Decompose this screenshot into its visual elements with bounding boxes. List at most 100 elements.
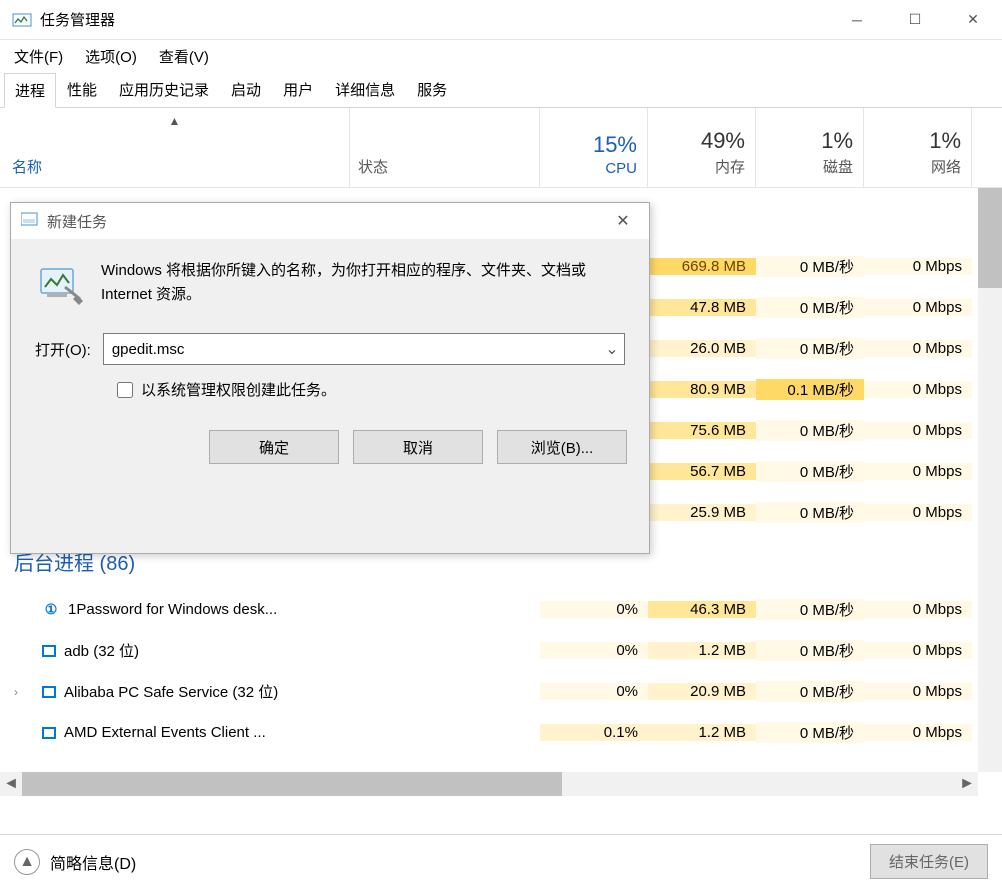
cpu-total-pct: 15% bbox=[593, 132, 637, 158]
dialog-close-button[interactable]: ✕ bbox=[607, 209, 639, 233]
memory-cell: 80.9 MB bbox=[648, 381, 756, 398]
tab-services[interactable]: 服务 bbox=[406, 72, 458, 107]
end-task-button[interactable]: 结束任务(E) bbox=[870, 844, 988, 879]
column-memory-label: 内存 bbox=[715, 156, 745, 177]
column-memory[interactable]: 49% 内存 bbox=[648, 108, 756, 187]
network-cell: 0 Mbps bbox=[864, 642, 972, 659]
tab-details[interactable]: 详细信息 bbox=[324, 72, 406, 107]
network-cell: 0 Mbps bbox=[864, 683, 972, 700]
admin-checkbox-label[interactable]: 以系统管理权限创建此任务。 bbox=[141, 379, 336, 400]
disk-cell: 0 MB/秒 bbox=[756, 461, 864, 482]
memory-cell: 20.9 MB bbox=[648, 683, 756, 700]
column-headers: ▲ 名称 状态 15% CPU 49% 内存 1% 磁盘 1% 网络 bbox=[0, 108, 1002, 188]
table-row[interactable]: adb (32 位)0%1.2 MB0 MB/秒0 Mbps bbox=[0, 630, 978, 671]
disk-cell: 0 MB/秒 bbox=[756, 599, 864, 620]
memory-cell: 1.2 MB bbox=[648, 724, 756, 741]
disk-cell: 0 MB/秒 bbox=[756, 338, 864, 359]
memory-total-pct: 49% bbox=[701, 128, 745, 154]
disk-cell: 0 MB/秒 bbox=[756, 297, 864, 318]
tab-bar: 进程 性能 应用历史记录 启动 用户 详细信息 服务 bbox=[0, 72, 1002, 108]
expand-icon[interactable]: › bbox=[14, 685, 26, 699]
window-title: 任务管理器 bbox=[40, 9, 828, 30]
network-cell: 0 Mbps bbox=[864, 504, 972, 521]
open-combobox[interactable]: ⌄ bbox=[103, 333, 625, 365]
ok-button[interactable]: 确定 bbox=[209, 430, 339, 464]
menu-view[interactable]: 查看(V) bbox=[155, 44, 213, 69]
column-status[interactable]: 状态 bbox=[350, 108, 540, 187]
cpu-cell: 0% bbox=[540, 683, 648, 700]
process-name: ›Alibaba PC Safe Service (32 位) bbox=[0, 681, 350, 702]
open-input[interactable] bbox=[104, 334, 600, 364]
network-cell: 0 Mbps bbox=[864, 724, 972, 741]
menu-options[interactable]: 选项(O) bbox=[81, 44, 141, 69]
scroll-left-arrow[interactable]: ◄ bbox=[0, 772, 22, 796]
horizontal-scrollbar[interactable]: ◄ ► bbox=[0, 772, 978, 796]
open-label: 打开(O): bbox=[35, 339, 91, 360]
network-cell: 0 Mbps bbox=[864, 340, 972, 357]
tab-users[interactable]: 用户 bbox=[272, 72, 324, 107]
admin-checkbox[interactable] bbox=[117, 382, 133, 398]
app-icon: ① bbox=[42, 601, 60, 619]
disk-cell: 0 MB/秒 bbox=[756, 722, 864, 743]
maximize-button[interactable]: ☐ bbox=[886, 0, 944, 39]
browse-button[interactable]: 浏览(B)... bbox=[497, 430, 627, 464]
disk-cell: 0 MB/秒 bbox=[756, 640, 864, 661]
tab-processes[interactable]: 进程 bbox=[4, 73, 56, 108]
table-row[interactable]: ①1Password for Windows desk...0%46.3 MB0… bbox=[0, 589, 978, 630]
disk-cell: 0 MB/秒 bbox=[756, 420, 864, 441]
process-name: ①1Password for Windows desk... bbox=[0, 601, 350, 619]
cancel-button[interactable]: 取消 bbox=[353, 430, 483, 464]
close-button[interactable]: ✕ bbox=[944, 0, 1002, 39]
memory-cell: 1.2 MB bbox=[648, 642, 756, 659]
process-name: adb (32 位) bbox=[0, 640, 350, 661]
horizontal-scroll-thumb[interactable] bbox=[22, 772, 562, 796]
network-total-pct: 1% bbox=[929, 128, 961, 154]
memory-cell: 669.8 MB bbox=[648, 258, 756, 275]
memory-cell: 75.6 MB bbox=[648, 422, 756, 439]
column-disk[interactable]: 1% 磁盘 bbox=[756, 108, 864, 187]
disk-cell: 0 MB/秒 bbox=[756, 502, 864, 523]
dialog-title-bar: 新建任务 ✕ bbox=[11, 203, 649, 239]
dialog-message: Windows 将根据你所键入的名称，为你打开相应的程序、文件夹、文档或 Int… bbox=[101, 259, 625, 307]
vertical-scrollbar[interactable] bbox=[978, 188, 1002, 772]
column-network-label: 网络 bbox=[931, 156, 961, 177]
process-name: AMD External Events Client ... bbox=[0, 724, 350, 741]
menu-bar: 文件(F) 选项(O) 查看(V) bbox=[0, 40, 1002, 72]
memory-cell: 25.9 MB bbox=[648, 504, 756, 521]
disk-cell: 0 MB/秒 bbox=[756, 256, 864, 277]
disk-total-pct: 1% bbox=[821, 128, 853, 154]
fewer-details-label[interactable]: 简略信息(D) bbox=[50, 850, 136, 874]
dialog-title: 新建任务 bbox=[47, 211, 607, 232]
column-name[interactable]: ▲ 名称 bbox=[0, 108, 350, 187]
memory-cell: 46.3 MB bbox=[648, 601, 756, 618]
network-cell: 0 Mbps bbox=[864, 601, 972, 618]
sort-ascending-icon: ▲ bbox=[169, 114, 181, 128]
network-cell: 0 Mbps bbox=[864, 299, 972, 316]
window-controls: ─ ☐ ✕ bbox=[828, 0, 1002, 39]
title-bar: 任务管理器 ─ ☐ ✕ bbox=[0, 0, 1002, 40]
tab-history[interactable]: 应用历史记录 bbox=[108, 72, 220, 107]
column-name-label: 名称 bbox=[12, 156, 42, 177]
network-cell: 0 Mbps bbox=[864, 422, 972, 439]
column-cpu[interactable]: 15% CPU bbox=[540, 108, 648, 187]
menu-file[interactable]: 文件(F) bbox=[10, 44, 67, 69]
tab-performance[interactable]: 性能 bbox=[56, 72, 108, 107]
memory-cell: 26.0 MB bbox=[648, 340, 756, 357]
app-icon bbox=[42, 686, 56, 698]
scroll-right-arrow[interactable]: ► bbox=[956, 772, 978, 796]
vertical-scroll-thumb[interactable] bbox=[978, 188, 1002, 288]
fewer-details-toggle[interactable]: ▲ bbox=[14, 849, 40, 875]
column-disk-label: 磁盘 bbox=[823, 156, 853, 177]
cpu-cell: 0% bbox=[540, 601, 648, 618]
table-row[interactable]: ›Alibaba PC Safe Service (32 位) 0%20.9 MB… bbox=[0, 671, 978, 712]
minimize-button[interactable]: ─ bbox=[828, 0, 886, 39]
disk-cell: 0.1 MB/秒 bbox=[756, 379, 864, 400]
network-cell: 0 Mbps bbox=[864, 463, 972, 480]
app-icon bbox=[42, 727, 56, 739]
table-row[interactable]: AMD External Events Client ... 0.1%1.2 MB… bbox=[0, 712, 978, 753]
cpu-cell: 0.1% bbox=[540, 724, 648, 741]
run-dialog-icon bbox=[21, 211, 39, 232]
dropdown-arrow-icon[interactable]: ⌄ bbox=[600, 334, 624, 364]
tab-startup[interactable]: 启动 bbox=[220, 72, 272, 107]
column-network[interactable]: 1% 网络 bbox=[864, 108, 972, 187]
